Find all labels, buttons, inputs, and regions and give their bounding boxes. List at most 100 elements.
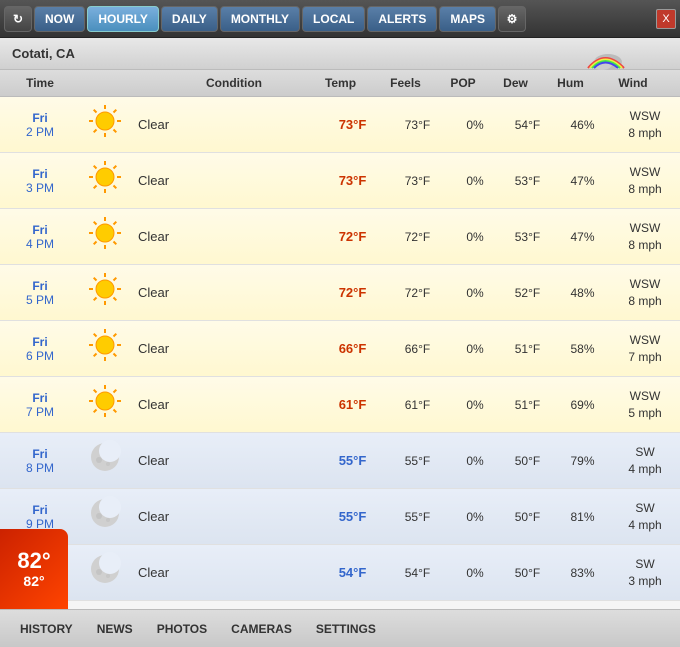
- news-button[interactable]: NEWS: [85, 618, 145, 640]
- table-row: Fri 5 PM Clear 72°F 72°F 0% 52°F 48% WSW…: [0, 265, 680, 321]
- table-row: Fri 9 PM Clear 55°F 55°F 0% 50°F 81% SW4…: [0, 489, 680, 545]
- header-time: Time: [0, 74, 80, 92]
- weather-icon: [80, 438, 130, 483]
- history-button[interactable]: HISTORY: [8, 618, 85, 640]
- dew-cell: 54°F: [500, 118, 555, 132]
- feels-cell: 54°F: [385, 566, 450, 580]
- table-header: Time Condition Temp Feels POP Dew Hum Wi…: [0, 70, 680, 97]
- hum-cell: 58%: [555, 342, 610, 356]
- cameras-button[interactable]: CAMERAS: [219, 618, 304, 640]
- wind-cell: WSW8 mph: [610, 164, 680, 198]
- wind-cell: WSW7 mph: [610, 332, 680, 366]
- weather-icon: [80, 214, 130, 259]
- condition-cell: Clear: [130, 117, 320, 132]
- dew-cell: 53°F: [500, 230, 555, 244]
- hum-cell: 48%: [555, 286, 610, 300]
- pop-cell: 0%: [450, 174, 500, 188]
- table-row: Fri 6 PM Clear 66°F 66°F 0% 51°F 58% WSW…: [0, 321, 680, 377]
- feels-cell: 66°F: [385, 342, 450, 356]
- feels-cell: 61°F: [385, 398, 450, 412]
- temp-cell: 73°F: [320, 173, 385, 188]
- condition-cell: Clear: [130, 341, 320, 356]
- now-button[interactable]: NOW: [34, 6, 85, 32]
- wind-cell: SW4 mph: [610, 444, 680, 478]
- settings-nav-button[interactable]: SETTINGS: [304, 618, 388, 640]
- pop-cell: 0%: [450, 454, 500, 468]
- weather-icon: [80, 494, 130, 539]
- local-button[interactable]: LOCAL: [302, 6, 365, 32]
- hum-cell: 47%: [555, 174, 610, 188]
- pop-cell: 0%: [450, 342, 500, 356]
- hum-cell: 81%: [555, 510, 610, 524]
- weather-icon: [80, 270, 130, 315]
- pop-cell: 0%: [450, 510, 500, 524]
- dew-cell: 53°F: [500, 174, 555, 188]
- feels-cell: 72°F: [385, 286, 450, 300]
- bottom-bar: HISTORY NEWS PHOTOS CAMERAS SETTINGS: [0, 609, 680, 647]
- maps-button[interactable]: MAPS: [439, 6, 496, 32]
- current-temp: 82°: [17, 549, 50, 573]
- alerts-button[interactable]: ALERTS: [367, 6, 437, 32]
- close-button[interactable]: X: [656, 9, 676, 29]
- refresh-button[interactable]: ↻: [4, 6, 32, 32]
- temp-cell: 61°F: [320, 397, 385, 412]
- feels-cell: 55°F: [385, 510, 450, 524]
- condition-cell: Clear: [130, 453, 320, 468]
- dew-cell: 50°F: [500, 510, 555, 524]
- temp-cell: 72°F: [320, 285, 385, 300]
- temp-overlay: 82° 82°: [0, 529, 68, 609]
- location-bar: Cotati, CA: [0, 38, 680, 70]
- pop-cell: 0%: [450, 230, 500, 244]
- wind-cell: WSW5 mph: [610, 388, 680, 422]
- temp-cell: 72°F: [320, 229, 385, 244]
- time-cell: Fri 8 PM: [0, 443, 80, 479]
- hourly-button[interactable]: HOURLY: [87, 6, 159, 32]
- header-temp: Temp: [308, 74, 373, 92]
- condition-cell: Clear: [130, 397, 320, 412]
- weather-icon-top: [580, 40, 630, 75]
- location-text: Cotati, CA: [12, 46, 75, 61]
- feels-cell: 55°F: [385, 454, 450, 468]
- temp-cell: 66°F: [320, 341, 385, 356]
- header-pop: POP: [438, 74, 488, 92]
- time-cell: Fri 6 PM: [0, 331, 80, 367]
- dew-cell: 50°F: [500, 454, 555, 468]
- wind-cell: WSW8 mph: [610, 220, 680, 254]
- hum-cell: 79%: [555, 454, 610, 468]
- condition-cell: Clear: [130, 229, 320, 244]
- condition-cell: Clear: [130, 285, 320, 300]
- weather-icon: [80, 382, 130, 427]
- pop-cell: 0%: [450, 566, 500, 580]
- header-condition: Condition: [160, 74, 308, 92]
- wind-cell: WSW8 mph: [610, 108, 680, 142]
- table-row: Fri 8 PM Clear 55°F 55°F 0% 50°F 79% SW4…: [0, 433, 680, 489]
- table-row: Fri 4 PM Clear 72°F 72°F 0% 53°F 47% WSW…: [0, 209, 680, 265]
- time-cell: Fri 4 PM: [0, 219, 80, 255]
- temp-cell: 55°F: [320, 453, 385, 468]
- weather-icon: [80, 102, 130, 147]
- weather-icon: [80, 326, 130, 371]
- feels-cell: 73°F: [385, 118, 450, 132]
- daily-button[interactable]: DAILY: [161, 6, 218, 32]
- wind-cell: SW3 mph: [610, 556, 680, 590]
- hum-cell: 47%: [555, 230, 610, 244]
- main-content: Time Condition Temp Feels POP Dew Hum Wi…: [0, 70, 680, 609]
- table-row: Fri 3 PM Clear 73°F 73°F 0% 53°F 47% WSW…: [0, 153, 680, 209]
- settings-button[interactable]: ⚙: [498, 6, 526, 32]
- dew-cell: 51°F: [500, 398, 555, 412]
- hum-cell: 83%: [555, 566, 610, 580]
- photos-button[interactable]: PHOTOS: [145, 618, 219, 640]
- header-dew: Dew: [488, 74, 543, 92]
- table-row: Fri 2 PM Clear 73°F 73°F 0% 54°F 46% WSW…: [0, 97, 680, 153]
- monthly-button[interactable]: MONTHLY: [220, 6, 300, 32]
- time-cell: Fri 3 PM: [0, 163, 80, 199]
- pop-cell: 0%: [450, 398, 500, 412]
- condition-cell: Clear: [130, 509, 320, 524]
- time-cell: Fri 2 PM: [0, 107, 80, 143]
- dew-cell: 52°F: [500, 286, 555, 300]
- header-hum: Hum: [543, 74, 598, 92]
- pop-cell: 0%: [450, 286, 500, 300]
- hum-cell: 69%: [555, 398, 610, 412]
- weather-icon: [80, 550, 130, 595]
- weather-table: Fri 2 PM Clear 73°F 73°F 0% 54°F 46% WSW…: [0, 97, 680, 609]
